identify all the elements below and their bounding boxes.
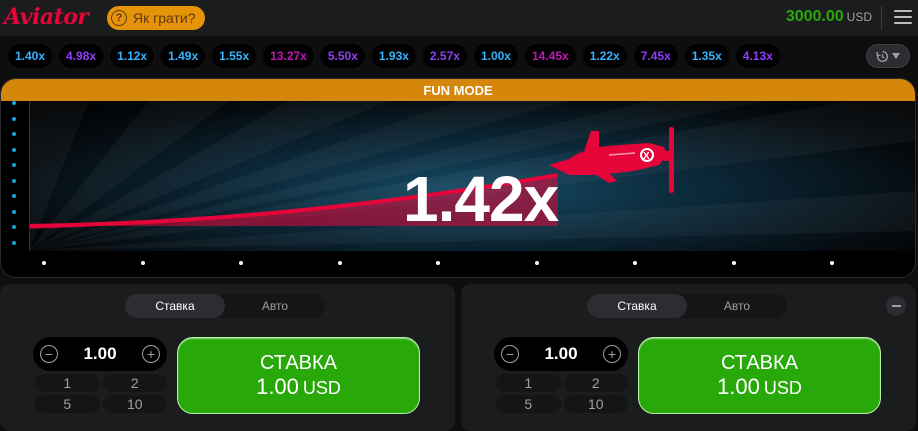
y-axis-tick bbox=[12, 116, 16, 121]
bet-panel-2: Ставка Авто − 1.00 + 1 2 5 10 СТАВКА 1.0… bbox=[461, 284, 916, 431]
quick-amount-button[interactable]: 2 bbox=[102, 374, 167, 392]
y-axis-tick bbox=[12, 132, 16, 136]
place-bet-button[interactable]: СТАВКА 1.00 USD bbox=[177, 337, 420, 414]
remove-panel-button[interactable] bbox=[886, 296, 906, 316]
x-axis-tick bbox=[633, 261, 637, 265]
increase-icon[interactable]: + bbox=[603, 345, 621, 363]
history-multiplier[interactable]: 14.45x bbox=[524, 44, 576, 68]
history-multiplier[interactable]: 4.13x bbox=[735, 44, 780, 68]
y-axis-tick bbox=[12, 178, 16, 183]
bet-panel-1: Ставка Авто − 1.00 + 1 2 5 10 СТАВКА 1.0… bbox=[0, 284, 455, 431]
increase-icon[interactable]: + bbox=[142, 345, 160, 363]
bet-mode-switcher: Ставка Авто bbox=[587, 294, 787, 318]
history-multiplier[interactable]: 13.27x bbox=[263, 44, 314, 68]
quick-amount-button[interactable]: 10 bbox=[563, 395, 628, 413]
history-multiplier[interactable]: 2.57x bbox=[422, 44, 467, 68]
x-axis-tick bbox=[830, 261, 834, 265]
history-multiplier[interactable]: 1.12x bbox=[110, 44, 155, 68]
hamburger-menu-icon[interactable] bbox=[894, 10, 912, 24]
history-multiplier[interactable]: 1.00x bbox=[473, 44, 518, 68]
how-to-play-button[interactable]: ? Як грати? bbox=[107, 6, 205, 30]
history-multiplier[interactable]: 1.35x bbox=[684, 44, 729, 68]
history-multiplier[interactable]: 1.49x bbox=[161, 44, 206, 68]
current-multiplier: 1.42x bbox=[403, 163, 559, 235]
history-multiplier[interactable]: 7.45x bbox=[633, 44, 678, 68]
bet-mode-switcher: Ставка Авто bbox=[125, 294, 325, 318]
y-axis-tick bbox=[12, 163, 16, 167]
y-axis-tick bbox=[12, 101, 16, 105]
decrease-icon[interactable]: − bbox=[501, 345, 519, 363]
aviator-logo: Aviator bbox=[4, 4, 89, 30]
balance: 3000.00 USD bbox=[786, 8, 872, 26]
x-axis bbox=[1, 251, 915, 277]
history-multiplier[interactable]: 1.55x bbox=[212, 44, 257, 68]
game-stage: FUN MODE 1.42x X bbox=[0, 78, 916, 278]
flight-area: 1.42x X bbox=[29, 101, 915, 251]
history-multiplier[interactable]: 4.98x bbox=[59, 44, 104, 68]
bet-button-currency: USD bbox=[763, 377, 802, 398]
x-axis-tick bbox=[337, 261, 342, 265]
svg-text:X: X bbox=[643, 151, 650, 162]
x-axis-tick bbox=[140, 261, 145, 265]
quick-amounts: 1 2 5 10 bbox=[35, 374, 167, 413]
quick-amounts: 1 2 5 10 bbox=[496, 374, 628, 413]
history-multiplier[interactable]: 1.40x bbox=[8, 44, 53, 68]
fun-mode-banner: FUN MODE bbox=[1, 79, 915, 101]
history-multiplier[interactable]: 5.50x bbox=[320, 44, 365, 68]
x-axis-tick bbox=[731, 261, 736, 265]
airplane-icon: X bbox=[549, 127, 674, 193]
x-axis-tick bbox=[239, 261, 243, 265]
history-multiplier[interactable]: 1.22x bbox=[582, 44, 627, 68]
history-multiplier[interactable]: 1.93x bbox=[371, 44, 416, 68]
top-bar: Aviator ? Як грати? 3000.00 USD bbox=[0, 0, 918, 36]
quick-amount-button[interactable]: 2 bbox=[563, 374, 628, 392]
x-axis-tick bbox=[534, 261, 539, 265]
bet-button-amount: 1.00 bbox=[256, 373, 299, 399]
history-toggle-button[interactable] bbox=[866, 44, 910, 68]
y-axis-tick bbox=[12, 225, 16, 229]
how-to-play-label: Як грати? bbox=[133, 10, 196, 26]
quick-amount-button[interactable]: 5 bbox=[496, 395, 561, 413]
place-bet-button[interactable]: СТАВКА 1.00 USD bbox=[638, 337, 881, 414]
tab-bet[interactable]: Ставка bbox=[587, 294, 687, 318]
x-axis-tick bbox=[42, 261, 46, 265]
decrease-icon[interactable]: − bbox=[40, 345, 58, 363]
chevron-down-icon bbox=[892, 53, 900, 59]
y-axis-tick bbox=[12, 209, 16, 214]
tab-auto[interactable]: Авто bbox=[225, 294, 325, 318]
history-list: 1.40x 4.98x 1.12x 1.49x 1.55x 13.27x 5.50x 1.93… bbox=[8, 44, 858, 68]
bet-amount-stepper: − 1.00 + bbox=[494, 337, 628, 371]
quick-amount-button[interactable]: 1 bbox=[496, 374, 561, 392]
y-axis-tick bbox=[12, 240, 16, 245]
bet-button-amount: 1.00 bbox=[717, 373, 760, 399]
balance-currency: USD bbox=[846, 10, 872, 24]
multiplier-history: 1.40x 4.98x 1.12x 1.49x 1.55x 13.27x 5.50x 1.93… bbox=[0, 44, 918, 70]
bet-button-currency: USD bbox=[302, 377, 341, 398]
tab-bet[interactable]: Ставка bbox=[125, 294, 225, 318]
quick-amount-button[interactable]: 5 bbox=[35, 395, 100, 413]
bet-amount-input[interactable]: 1.00 bbox=[83, 344, 116, 364]
bet-amount-input[interactable]: 1.00 bbox=[544, 344, 577, 364]
divider bbox=[881, 6, 882, 30]
tab-auto[interactable]: Авто bbox=[687, 294, 787, 318]
quick-amount-button[interactable]: 10 bbox=[102, 395, 167, 413]
question-icon: ? bbox=[111, 10, 127, 26]
bet-button-label: СТАВКА bbox=[720, 351, 798, 374]
quick-amount-button[interactable]: 1 bbox=[35, 374, 100, 392]
bet-amount-stepper: − 1.00 + bbox=[33, 337, 167, 371]
y-axis-tick bbox=[12, 194, 16, 198]
bet-button-label: СТАВКА bbox=[259, 351, 337, 374]
x-axis-tick bbox=[436, 261, 440, 265]
history-icon bbox=[876, 50, 888, 62]
minus-icon bbox=[891, 305, 901, 307]
y-axis-tick bbox=[12, 147, 16, 152]
balance-amount: 3000.00 bbox=[785, 8, 844, 25]
